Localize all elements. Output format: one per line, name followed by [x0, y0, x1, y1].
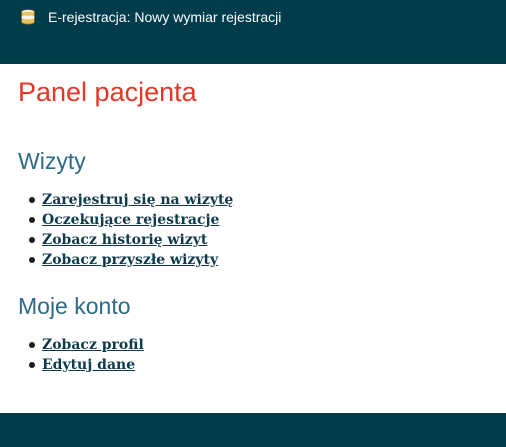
account-link-list: Zobacz profil Edytuj dane [0, 335, 144, 375]
bullet-icon [29, 237, 35, 243]
upcoming-visits-link[interactable]: Zobacz przyszłe wizyty [42, 252, 218, 268]
bullet-icon [29, 217, 35, 223]
footer-bar [0, 413, 506, 447]
visits-link-list: Zarejestruj się na wizytę Oczekujące rej… [0, 190, 233, 270]
list-item: Zobacz profil [0, 335, 144, 355]
bullet-icon [29, 257, 35, 263]
view-profile-link[interactable]: Zobacz profil [42, 337, 144, 353]
bullet-icon [29, 342, 35, 348]
edit-data-link[interactable]: Edytuj dane [42, 357, 135, 373]
visits-heading: Wizyty [18, 148, 86, 174]
list-item: Zobacz przyszłe wizyty [0, 250, 233, 270]
site-title: E-rejestracja: Nowy wymiar rejestracji [48, 9, 282, 25]
header-bar: E-rejestracja: Nowy wymiar rejestracji [0, 0, 506, 64]
page: E-rejestracja: Nowy wymiar rejestracji P… [0, 0, 506, 447]
list-item: Zobacz historię wizyt [0, 230, 233, 250]
bullet-icon [29, 362, 35, 368]
bullet-icon [29, 197, 35, 203]
my-account-heading: Moje konto [18, 293, 131, 319]
visit-history-link[interactable]: Zobacz historię wizyt [42, 232, 207, 248]
list-item: Oczekujące rejestracje [0, 210, 233, 230]
list-item: Edytuj dane [0, 355, 144, 375]
pending-registrations-link[interactable]: Oczekujące rejestracje [42, 212, 219, 228]
page-title: Panel pacjenta [18, 77, 197, 107]
stack-of-coins-icon [19, 8, 37, 26]
register-visit-link[interactable]: Zarejestruj się na wizytę [42, 192, 233, 208]
list-item: Zarejestruj się na wizytę [0, 190, 233, 210]
